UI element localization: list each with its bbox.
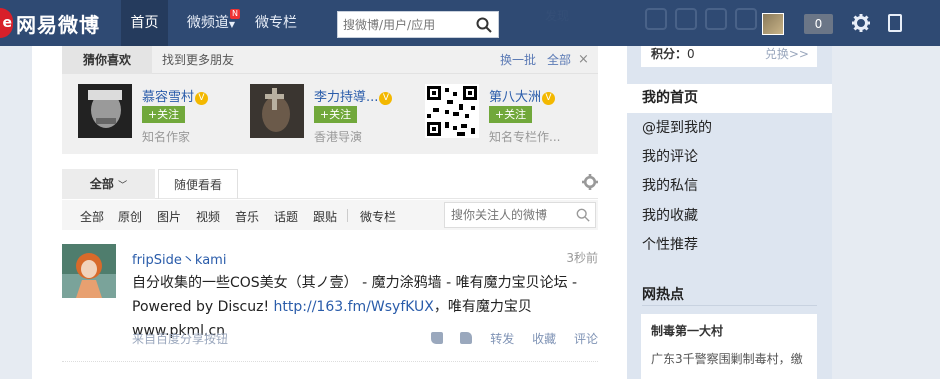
discover-ghost-label: 发现 — [545, 9, 570, 23]
feed-filter-bar: 全部 原创 图片 视频 音乐 话题 跟贴 微专栏 — [62, 200, 598, 230]
page-background-right — [832, 46, 940, 379]
chevron-down-icon: ▼ — [228, 20, 236, 29]
sidebar-item-mentions[interactable]: @提到我的 — [627, 114, 832, 143]
filter-image[interactable]: 图片 — [157, 208, 181, 225]
search-icon[interactable] — [476, 17, 492, 33]
sidebar-item-home[interactable]: 我的首页 — [627, 84, 832, 113]
nav-channel[interactable]: 微频道▼ N — [180, 0, 242, 46]
tab-random[interactable]: 随便看看 — [158, 169, 238, 199]
post-time[interactable]: 3秒前 — [566, 249, 598, 266]
search-icon[interactable] — [576, 208, 590, 222]
sidebar-item-messages[interactable]: 我的私信 — [627, 172, 832, 201]
following-search-input[interactable] — [445, 203, 570, 227]
following-search — [444, 202, 596, 228]
nav-channel-label: 微频道 — [186, 15, 229, 31]
qr-code-image[interactable] — [425, 84, 479, 138]
tab-all[interactable]: 全部 ﹀ — [62, 169, 155, 199]
recommend-name[interactable]: 慕容雪村 V — [142, 86, 209, 105]
hot-topic-title[interactable]: 制毒第一大村 — [651, 322, 807, 339]
logo-mark: e — [0, 8, 13, 38]
divider — [347, 209, 348, 222]
logo[interactable]: e 网易微博 — [0, 6, 100, 40]
settings-gear-icon[interactable] — [582, 174, 598, 190]
author-avatar[interactable] — [62, 244, 116, 298]
nav-column[interactable]: 微专栏 — [252, 0, 300, 46]
feed-tabs: 全部 ﹀ 随便看看 — [62, 169, 598, 199]
tab-find-friends[interactable]: 找到更多朋友 — [162, 46, 234, 74]
exchange-link[interactable]: 兑换>> — [765, 46, 809, 62]
close-icon[interactable]: × — [578, 46, 589, 74]
person-photo[interactable] — [78, 84, 132, 138]
recommend-panel: 猜你喜欢 找到更多朋友 换一批 全部 × 慕容雪村 V +关注 知名作家 李力持… — [62, 46, 598, 154]
app-icon-3[interactable] — [705, 8, 727, 30]
recommend-card: 第八大洲 V +关注 知名专栏作... — [425, 84, 585, 144]
thumbs-down-icon[interactable] — [460, 332, 473, 344]
sidebar-item-comments[interactable]: 我的评论 — [627, 143, 832, 172]
filter-original[interactable]: 原创 — [118, 208, 142, 225]
main-column: 猜你喜欢 找到更多朋友 换一批 全部 × 慕容雪村 V +关注 知名作家 李力持… — [32, 46, 627, 379]
post-source[interactable]: 来自百度分享按钮 — [132, 330, 228, 347]
user-avatar[interactable] — [762, 13, 784, 35]
refresh-link[interactable]: 换一批 — [500, 46, 536, 74]
recommend-desc: 知名专栏作... — [489, 130, 561, 144]
sidebar-item-recommend[interactable]: 个性推荐 — [627, 231, 832, 260]
recommend-desc: 香港导演 — [314, 130, 363, 144]
score-value: 0 — [687, 47, 695, 61]
person-photo[interactable] — [250, 84, 304, 138]
right-sidebar: 积分：0 兑换>> 我的首页 @提到我的 我的评论 我的私信 我的收藏 个性推荐… — [627, 46, 832, 379]
filter-column[interactable]: 微专栏 — [360, 208, 396, 225]
hot-topics-title: 网热点 — [642, 287, 684, 303]
filter-video[interactable]: 视频 — [196, 208, 220, 225]
nav-home[interactable]: 首页 — [121, 0, 168, 46]
vip-icon: V — [542, 92, 556, 105]
filter-reply[interactable]: 跟贴 — [313, 208, 337, 225]
global-search — [337, 11, 499, 38]
app-icon-2[interactable] — [675, 8, 697, 30]
follow-button[interactable]: +关注 — [314, 106, 357, 123]
filter-music[interactable]: 音乐 — [235, 208, 259, 225]
app-icon-1[interactable] — [645, 8, 667, 30]
comment-button[interactable]: 评论 — [574, 330, 598, 347]
logo-text: 网易微博 — [16, 12, 100, 37]
tab-guess-you-like[interactable]: 猜你喜欢 — [62, 46, 152, 74]
filter-topic[interactable]: 话题 — [274, 208, 298, 225]
hot-topic-desc: 广东3千警察围剿制毒村，缴 — [651, 352, 803, 366]
score-box: 积分：0 兑换>> — [641, 46, 817, 67]
vip-icon: V — [379, 92, 393, 105]
filter-all[interactable]: 全部 — [80, 208, 104, 225]
vip-icon: V — [195, 92, 209, 105]
notification-count[interactable]: 0 — [804, 14, 833, 34]
score-label: 积分：0 — [651, 47, 695, 61]
divider — [642, 305, 817, 306]
recommend-desc: 知名作家 — [142, 130, 191, 144]
sidebar-item-favorites[interactable]: 我的收藏 — [627, 202, 832, 231]
all-link[interactable]: 全部 — [547, 46, 571, 74]
mobile-icon[interactable] — [888, 14, 902, 32]
recommend-card: 李力持導... V +关注 香港导演 — [250, 84, 410, 144]
follow-button[interactable]: +关注 — [142, 106, 185, 123]
favorite-button[interactable]: 收藏 — [532, 330, 556, 347]
app-icon-4[interactable] — [735, 8, 757, 30]
post-actions: 转发 收藏 评论 — [417, 330, 598, 347]
gear-icon[interactable] — [852, 14, 870, 32]
hot-topic-card[interactable]: 制毒第一大村 广东3千警察围剿制毒村，缴 — [641, 314, 817, 379]
chevron-down-icon: ﹀ — [118, 181, 128, 191]
recommend-card: 慕容雪村 V +关注 知名作家 — [78, 84, 238, 144]
top-navigation-bar: e 网易微博 首页 微频道▼ N 微专栏 发现 0 — [0, 0, 940, 46]
feed-post: fripSide丶kami 3秒前 自分收集的一些COS美女（其ノ壹） - 魔力… — [62, 244, 598, 362]
repost-button[interactable]: 转发 — [490, 330, 514, 347]
post-link[interactable]: http://163.fm/WsyfKUX — [274, 299, 434, 315]
search-input[interactable] — [338, 12, 468, 37]
new-badge: N — [230, 9, 240, 19]
recommend-tabs: 猜你喜欢 找到更多朋友 换一批 全部 × — [62, 46, 598, 74]
thumbs-up-icon[interactable] — [430, 332, 443, 344]
follow-button[interactable]: +关注 — [489, 106, 532, 123]
recommend-name[interactable]: 第八大洲 V — [489, 86, 556, 105]
recommend-name[interactable]: 李力持導... V — [314, 86, 393, 105]
post-author[interactable]: fripSide丶kami — [132, 249, 226, 268]
